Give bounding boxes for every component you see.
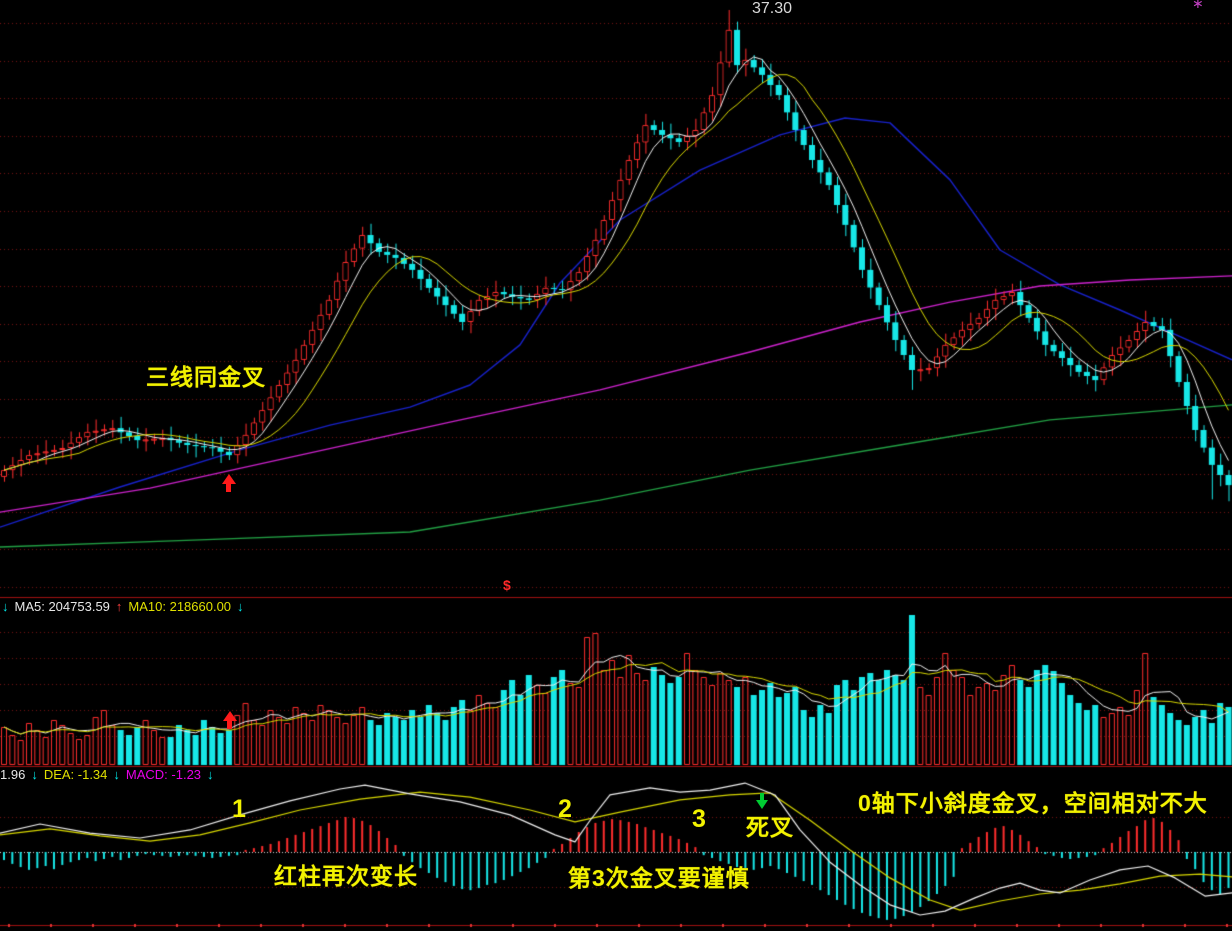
- annotation-three-line-golden-cross: 三线同金叉: [146, 366, 266, 389]
- volume-ma5-label[interactable]: MA5: 204753.59: [15, 599, 110, 614]
- golden-cross-1-label: 1: [232, 797, 246, 822]
- dif-down-icon: ↓: [31, 767, 38, 782]
- volume-ma10-label[interactable]: MA10: 218660.00: [128, 599, 231, 614]
- volume-ma10-down-icon: ↓: [237, 599, 244, 614]
- buy-arrow-icon: [221, 474, 236, 492]
- arrow-up-icon: [222, 474, 236, 484]
- event-marker: $: [503, 578, 511, 592]
- volume-ma5-up-icon: ↑: [116, 599, 123, 614]
- arrow-down-icon: [756, 800, 768, 809]
- macd-indicator-row: 1.96 ↓ DEA: -1.34 ↓ MACD: -1.23 ↓: [0, 767, 214, 782]
- death-cross-arrow-icon: [756, 793, 768, 809]
- volume-indicator-row: ↓ MA5: 204753.59 ↑ MA10: 218660.00 ↓: [2, 599, 244, 614]
- golden-cross-2-label: 2: [558, 797, 572, 822]
- macd-down-icon: ↓: [207, 767, 214, 782]
- arrow-up-icon: [223, 711, 237, 721]
- death-cross-label: 死叉: [746, 816, 794, 839]
- dif-value-label[interactable]: 1.96: [0, 767, 25, 782]
- third-cross-note: 第3次金叉要谨慎: [568, 867, 750, 890]
- dea-value-label[interactable]: DEA: -1.34: [44, 767, 108, 782]
- corner-marker: ∗: [1192, 0, 1204, 10]
- red-bars-note: 红柱再次变长: [274, 865, 418, 888]
- macd-value-label[interactable]: MACD: -1.23: [126, 767, 201, 782]
- below-zero-note: 0轴下小斜度金叉，空间相对不大: [858, 792, 1208, 815]
- stock-chart-window: 37.30 三线同金叉 $ ∗ ↓ MA5: 204753.59 ↑ MA10:…: [0, 0, 1232, 931]
- golden-cross-3-label: 3: [692, 807, 706, 832]
- volume-buy-arrow-icon: [222, 711, 237, 729]
- dea-down-icon: ↓: [113, 767, 120, 782]
- volume-trend-down-icon: ↓: [2, 599, 9, 614]
- peak-price-label: 37.30: [752, 1, 792, 17]
